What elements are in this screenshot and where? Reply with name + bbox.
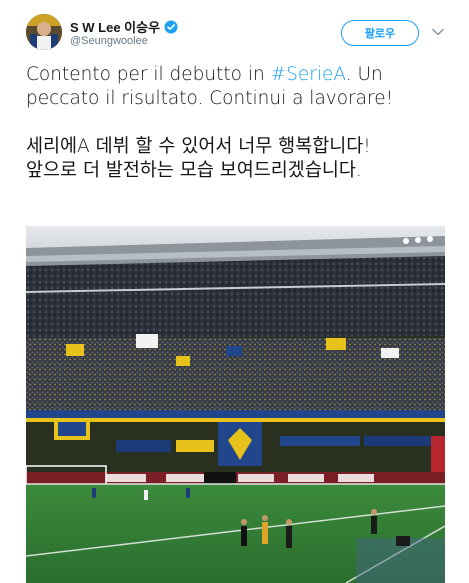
stadium-photo xyxy=(26,226,445,583)
avatar-photo xyxy=(26,14,62,50)
avatar[interactable] xyxy=(26,14,62,50)
tweet-header: S W Lee 이승우 @Seungwoolee 팔로우 xyxy=(0,0,469,60)
tweet-line-2: peccato il risultato. Continui a lavorar… xyxy=(26,88,393,109)
tweet-line-4: 앞으로 더 발전하는 모습 보여드리겠습니다. xyxy=(26,160,362,181)
display-name[interactable]: S W Lee 이승우 xyxy=(70,17,160,36)
follow-button[interactable]: 팔로우 xyxy=(341,20,419,46)
user-handle[interactable]: @Seungwoolee xyxy=(70,35,148,47)
tweet-line-3: 세리에A 데뷔 할 수 있어서 너무 행복합니다! xyxy=(26,136,371,157)
chevron-down-icon[interactable] xyxy=(430,24,446,40)
tweet-media-video[interactable] xyxy=(26,226,445,583)
tweet-text-segment: . Un xyxy=(345,64,383,85)
tweet-line-1: Contento per il debutto in #SerieA. Un xyxy=(26,63,451,87)
verified-badge-icon xyxy=(164,20,178,34)
hashtag-link[interactable]: #SerieA xyxy=(271,64,346,85)
name-row: S W Lee 이승우 xyxy=(70,17,178,36)
tweet-text-segment: Contento per il debutto in xyxy=(26,64,271,85)
tweet-text: Contento per il debutto in #SerieA. Un p… xyxy=(26,63,451,183)
